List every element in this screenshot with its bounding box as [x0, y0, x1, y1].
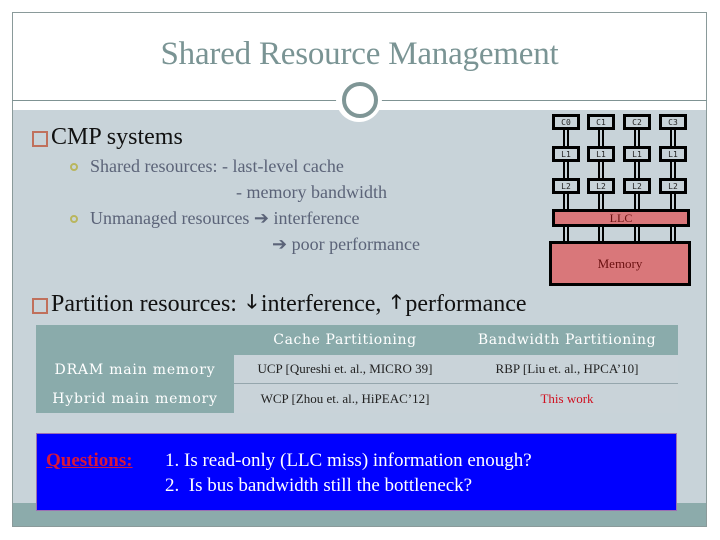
square-bullet-icon	[32, 297, 48, 314]
llc-box: LLC	[552, 209, 690, 227]
table-cell: RBP [Liu et. al., HPCA’10]	[456, 355, 678, 383]
bus-connector	[670, 227, 676, 241]
table-cell-highlight: This work	[456, 384, 678, 413]
bus-connector	[563, 194, 569, 209]
bus-connector	[670, 162, 676, 178]
table-row-label: Hybrid main memory	[52, 390, 218, 407]
core-box: C0	[552, 114, 580, 130]
l1-cache-box: L1	[552, 146, 580, 162]
table-header-cache: Cache Partitioning	[273, 332, 417, 348]
memory-box: Memory	[549, 241, 691, 286]
bullet-text: Partition resources:	[51, 290, 243, 317]
bus-connector	[634, 194, 640, 209]
l1-cache-box: L1	[659, 146, 687, 162]
bullet-cmp-systems: CMP systems	[32, 124, 183, 151]
bus-connector	[563, 162, 569, 178]
l2-cache-box: L2	[623, 178, 651, 194]
circle-bullet-icon	[70, 215, 78, 223]
slide-title: Shared Resource Management	[160, 36, 559, 72]
bus-connector	[634, 130, 640, 146]
l2-cache-box: L2	[587, 178, 615, 194]
core-box: C3	[659, 114, 687, 130]
circle-bullet-icon	[70, 163, 78, 171]
partitioning-table: Cache Partitioning Bandwidth Partitionin…	[36, 325, 678, 413]
bus-connector	[598, 227, 604, 241]
bus-connector	[634, 227, 640, 241]
l2-cache-box: L2	[552, 178, 580, 194]
table-row-label: DRAM main memory	[54, 361, 216, 378]
bullet-text: interference,	[260, 290, 388, 317]
sub-bullet-shared-resources: Shared resources: - last-level cache	[90, 156, 344, 176]
bullet-partition-resources: Partition resources: 🡓 interference, 🡑 p…	[32, 288, 527, 320]
bullet-text: performance	[405, 290, 527, 317]
core-box: C1	[587, 114, 615, 130]
square-bullet-icon	[32, 131, 48, 147]
bus-connector	[634, 162, 640, 178]
up-arrow-icon: 🡑	[391, 291, 402, 313]
bus-connector	[670, 130, 676, 146]
bus-connector	[598, 194, 604, 209]
questions-label: Questions:	[46, 450, 133, 471]
questions-box: Questions: 1. Is read-only (LLC miss) in…	[36, 433, 677, 511]
bus-connector	[670, 194, 676, 209]
question-item: 1. Is read-only (LLC miss) information e…	[165, 450, 532, 471]
table-cell: UCP [Qureshi et. al., MICRO 39]	[234, 355, 456, 383]
sub-bullet-unmanaged-resources: Unmanaged resources ➔ interference	[90, 208, 360, 228]
core-box: C2	[623, 114, 651, 130]
l1-cache-box: L1	[623, 146, 651, 162]
l1-cache-box: L1	[587, 146, 615, 162]
bus-connector	[563, 227, 569, 241]
bus-connector	[598, 162, 604, 178]
l2-cache-box: L2	[659, 178, 687, 194]
bullet-text: CMP systems	[51, 124, 183, 150]
title-area: Shared Resource Management	[12, 12, 707, 100]
sub-bullet-continuation: ➔ poor performance	[272, 234, 421, 254]
sub-bullet-continuation: - memory bandwidth	[236, 182, 387, 202]
bus-connector	[598, 130, 604, 146]
bus-connector	[563, 130, 569, 146]
question-item: 2. Is bus bandwidth still the bottleneck…	[165, 475, 473, 496]
down-arrow-icon: 🡓	[246, 291, 257, 313]
table-header-bandwidth: Bandwidth Partitioning	[477, 332, 657, 348]
table-cell: WCP [Zhou et. al., HiPEAC’12]	[234, 384, 456, 413]
